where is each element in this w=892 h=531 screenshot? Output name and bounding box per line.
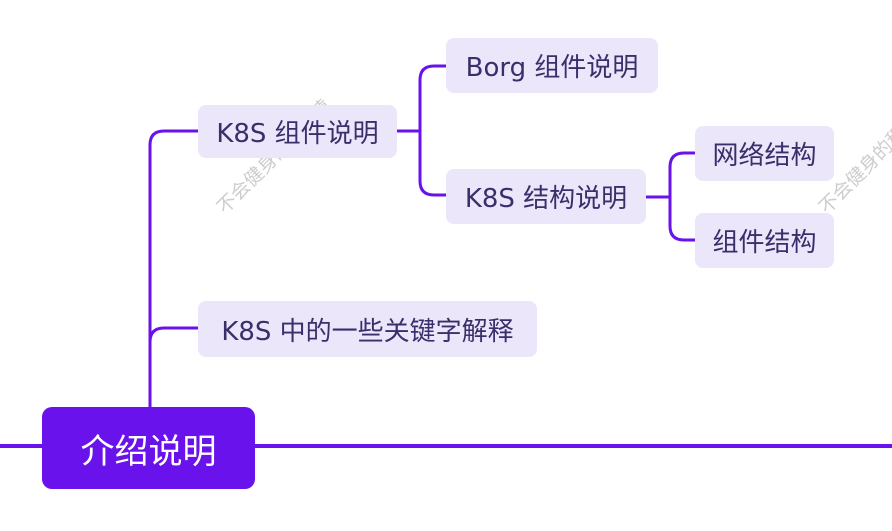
- components-branch-connector: [397, 64, 446, 197]
- root-branch-connector: [148, 129, 198, 408]
- topic-label: 组件结构: [712, 228, 817, 258]
- topic-borg-components[interactable]: Borg 组件说明: [446, 38, 658, 93]
- topic-k8s-keywords[interactable]: K8S 中的一些关键字解释: [198, 301, 537, 357]
- topic-k8s-structure[interactable]: K8S 结构说明: [446, 169, 646, 224]
- topic-label: 网络结构: [712, 141, 817, 171]
- topic-network-structure[interactable]: 网络结构: [695, 126, 834, 181]
- root-topic[interactable]: 介绍说明: [42, 407, 255, 489]
- mindmap-canvas: 不会健身的程序猿 不会健身的程序猿 介绍说明 K8S 组件说明 K8S 中的一些…: [0, 0, 892, 531]
- topic-label: K8S 组件说明: [216, 119, 379, 149]
- topic-k8s-components[interactable]: K8S 组件说明: [198, 105, 397, 158]
- topic-label: Borg 组件说明: [465, 53, 639, 83]
- topic-label: K8S 结构说明: [464, 184, 628, 214]
- topic-component-structure[interactable]: 组件结构: [695, 213, 834, 268]
- topic-label: K8S 中的一些关键字解释: [221, 316, 514, 347]
- root-topic-label: 介绍说明: [80, 431, 217, 472]
- structure-branch-connector: [646, 151, 695, 242]
